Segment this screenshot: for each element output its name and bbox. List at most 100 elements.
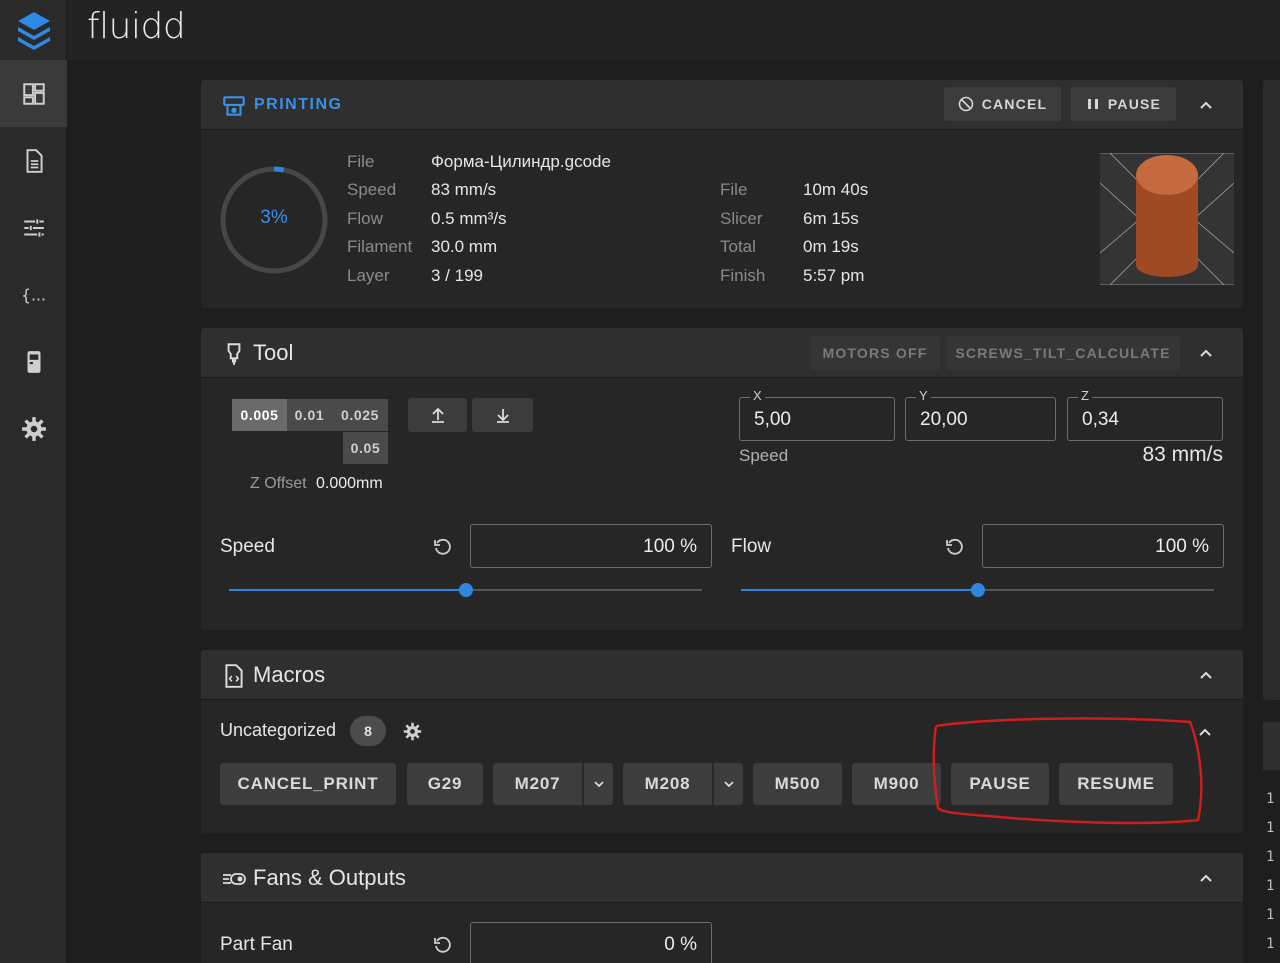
layer-value: 3 / 199 (431, 266, 483, 285)
layer-label: Layer (347, 266, 390, 285)
macro-cancel-print-button[interactable]: CANCEL_PRINT (220, 763, 396, 805)
reset-icon[interactable] (432, 935, 452, 955)
z-legend: Z (1078, 388, 1092, 403)
file-list-icon (26, 148, 43, 173)
print-thumbnail[interactable] (1100, 153, 1234, 285)
speed-readout: 83 mm/s (1142, 443, 1223, 466)
console-line-number: 1 (1266, 878, 1275, 894)
macro-m208-button[interactable]: M208 (623, 763, 712, 805)
cancel-label: CANCEL (981, 96, 1048, 112)
macros-card-header: Macros (201, 650, 1243, 700)
fans-title: Fans & Outputs (253, 864, 406, 890)
printing-title: PRINTING (254, 95, 343, 113)
fluidd-logo[interactable] (0, 0, 67, 60)
printing-card-header: PRINTING CANCEL PAUSE (201, 80, 1243, 130)
flow-input-value: 100 % (1155, 536, 1209, 557)
file-label: File (347, 152, 375, 171)
settings-icon (21, 416, 46, 441)
total-time-label: Total (720, 237, 756, 256)
z-offset-label: Z Offset (250, 475, 307, 492)
device-icon (27, 350, 40, 373)
motors-off-button[interactable]: MOTORS OFF (810, 336, 940, 370)
part-fan-input[interactable]: 0 % (470, 922, 712, 963)
speed-input-value: 100 % (643, 536, 697, 557)
z-offset-value: 0.000mm (316, 475, 383, 492)
gear-icon[interactable] (403, 722, 422, 741)
sidebar: {...} (0, 0, 67, 963)
filament-value: 30.0 mm (431, 237, 498, 256)
flow-value: 0.5 mm³/s (431, 209, 507, 228)
console-line-number: 1 (1266, 849, 1275, 865)
chevron-up-icon[interactable] (1197, 344, 1215, 362)
macro-g29-button[interactable]: G29 (407, 763, 483, 805)
app-root: {...} fluidd PRINTING CANCEL PAUSE (0, 0, 1280, 963)
macro-m208-dropdown[interactable] (713, 763, 743, 805)
file-time-value: 10m 40s (803, 180, 869, 199)
flow-slider-thumb[interactable] (970, 583, 985, 597)
console-line-number: 1 (1266, 936, 1275, 952)
macro-count-badge: 8 (350, 716, 386, 746)
console-panel-header (1263, 722, 1280, 770)
reset-icon[interactable] (944, 537, 964, 557)
z-step-0025[interactable]: 0.025 (332, 399, 388, 431)
x-position-field[interactable]: X 5,00 (739, 388, 895, 441)
speed-slider-label: Speed (220, 536, 275, 557)
nav-dashboard[interactable] (0, 60, 67, 127)
chevron-down-icon (723, 781, 734, 788)
speed-slider-fill (229, 589, 466, 591)
z-up-button[interactable] (408, 398, 467, 432)
slicer-time-label: Slicer (720, 209, 763, 228)
pause-icon (1087, 99, 1098, 109)
z-value: 0,34 (1082, 409, 1119, 430)
z-position-field[interactable]: Z 0,34 (1067, 388, 1223, 441)
console-line-number: 1 (1266, 907, 1275, 923)
nav-console[interactable]: {...} (0, 261, 67, 328)
nav-settings[interactable] (0, 395, 67, 462)
file-time-label: File (720, 180, 748, 199)
z-step-001[interactable]: 0.01 (287, 399, 332, 431)
tune-icon (23, 218, 44, 237)
file-value: Форма-Цилиндр.gcode (431, 152, 611, 171)
y-legend: Y (916, 388, 931, 403)
screws-tilt-label: SCREWS_TILT_CALCULATE (955, 345, 1171, 361)
macro-label: M900 (873, 774, 920, 793)
macro-label: CANCEL_PRINT (237, 774, 379, 793)
pause-print-button[interactable]: PAUSE (1071, 87, 1176, 121)
y-position-field[interactable]: Y 20,00 (905, 388, 1056, 441)
speed-input[interactable]: 100 % (470, 524, 712, 568)
macro-m500-button[interactable]: M500 (753, 763, 842, 805)
chevron-up-icon[interactable] (1197, 96, 1215, 114)
cancel-print-button[interactable]: CANCEL (944, 87, 1061, 121)
macro-m207-button[interactable]: M207 (493, 763, 582, 805)
console-icon: {...} (21, 285, 47, 304)
chevron-up-icon[interactable] (1197, 869, 1215, 887)
nav-tune[interactable] (0, 194, 67, 261)
speed-slider-thumb[interactable] (458, 583, 473, 597)
reset-icon[interactable] (432, 537, 452, 557)
chevron-down-icon (593, 781, 604, 788)
macros-title: Macros (253, 661, 326, 687)
macro-category-label: Uncategorized (220, 720, 337, 740)
speed-value: 83 mm/s (431, 180, 497, 199)
macro-m207-dropdown[interactable] (583, 763, 613, 805)
extruder-icon (227, 343, 241, 365)
x-value: 5,00 (754, 409, 791, 430)
z-down-button[interactable] (472, 398, 533, 432)
nav-jobs[interactable] (0, 127, 67, 194)
fans-card: Fans & Outputs (201, 853, 1243, 963)
speed-caption: Speed (739, 446, 789, 465)
flow-input[interactable]: 100 % (982, 524, 1224, 568)
console-line-number: 1 (1266, 820, 1275, 836)
part-fan-value: 0 % (664, 934, 697, 955)
z-step-005[interactable]: 0.05 (343, 432, 388, 464)
nav-device[interactable] (0, 328, 67, 395)
console-panel-edge (1263, 722, 1280, 963)
chevron-up-icon[interactable] (1197, 666, 1215, 684)
fans-card-header: Fans & Outputs (201, 853, 1243, 903)
flow-slider-label: Flow (731, 536, 772, 557)
finish-time-value: 5:57 pm (803, 266, 865, 285)
screws-tilt-button[interactable]: SCREWS_TILT_CALCULATE (946, 336, 1180, 370)
svg-text:{...}: {...} (21, 285, 47, 304)
z-step-0005[interactable]: 0.005 (232, 399, 287, 431)
tool-card-header: Tool MOTORS OFF SCREWS_TILT_CALCULATE (201, 328, 1243, 378)
